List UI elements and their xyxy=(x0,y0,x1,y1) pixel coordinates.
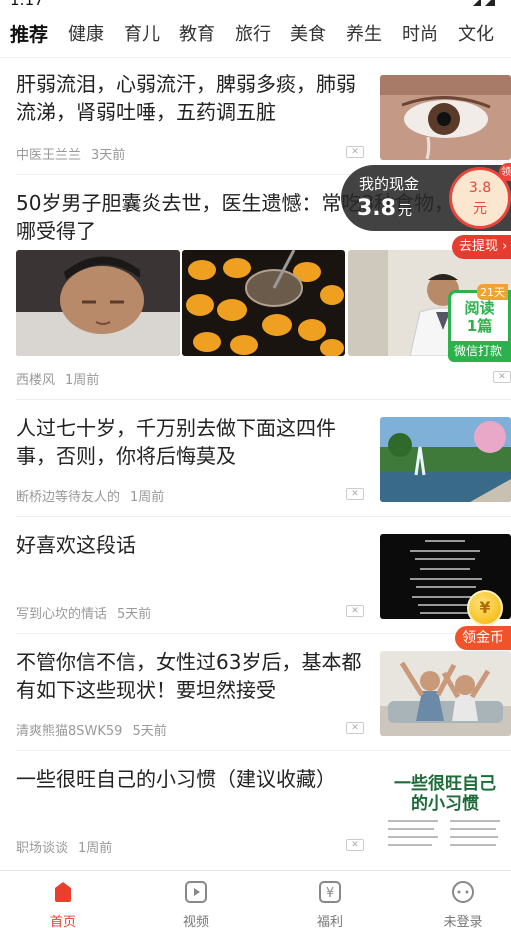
article-meta: 职场谈谈 1周前 xyxy=(16,837,112,856)
dismiss-icon[interactable]: ✕ xyxy=(346,488,364,500)
article-thumbnail: 一些很旺自己的小习惯 xyxy=(380,768,511,853)
tab-health[interactable]: 健康 xyxy=(68,20,104,46)
article-title: 好喜欢这段话 xyxy=(16,533,136,557)
dismiss-icon[interactable]: ✕ xyxy=(346,605,364,617)
article-meta: 西楼风 1周前 xyxy=(16,369,99,388)
welfare-icon: ¥ xyxy=(319,881,341,903)
dismiss-icon[interactable]: ✕ xyxy=(346,146,364,158)
article-time: 1周前 xyxy=(78,841,113,856)
withdraw-button[interactable]: 去提现 › xyxy=(452,235,511,259)
article-time: 5天前 xyxy=(117,607,152,622)
cash-widget[interactable]: 我的现金 3.8 元 3.8 元 领 xyxy=(341,163,511,231)
article-title: 不管你信不信，女性过63岁后，基本都有如下这些现状！要坦然接受 xyxy=(16,650,362,702)
dismiss-icon[interactable]: ✕ xyxy=(346,839,364,851)
video-icon xyxy=(185,881,207,903)
svg-text:¥: ¥ xyxy=(326,886,334,901)
article-item[interactable]: 好喜欢这段话 写到心坎的情话 5天前 ✕ xyxy=(0,517,511,634)
article-time: 3天前 xyxy=(91,148,126,163)
article-item[interactable]: 人过七十岁，千万别去做下面这四件事，否则，你将后悔莫及 断桥边等待友人的 1周前 … xyxy=(0,400,511,517)
nav-home[interactable]: 首页 xyxy=(18,871,108,928)
nav-video[interactable]: 视频 xyxy=(151,871,241,928)
reading-reward-widget[interactable]: 21天 阅读 1篇 微信打款 xyxy=(448,284,511,362)
article-thumbnail xyxy=(380,651,511,736)
tab-culture[interactable]: 文化 xyxy=(458,20,494,46)
article-source: 西楼风 xyxy=(16,373,56,388)
status-time: 1:17 xyxy=(10,0,44,9)
nav-welfare[interactable]: ¥ 福利 xyxy=(285,871,375,928)
article-item[interactable]: 肝弱流泪，心弱流汗，脾弱多痰，肺弱流涕，肾弱吐唾，五药调五脏 中医王兰兰 3天前 … xyxy=(0,58,511,175)
bottom-nav: 首页 视频 ¥ 福利 未登录 xyxy=(0,870,511,928)
article-meta: 清爽熊猫8SWK59 5天前 xyxy=(16,720,167,739)
tab-recommend[interactable]: 推荐 xyxy=(10,20,48,47)
gold-coin-widget[interactable]: ¥ 领金币 xyxy=(455,590,511,650)
article-source: 职场谈谈 xyxy=(16,841,69,856)
streak-badge: 21天 xyxy=(477,284,508,300)
cash-label: 我的现金 xyxy=(359,175,420,193)
claim-tag: 领 xyxy=(499,163,511,181)
article-meta: 断桥边等待友人的 1周前 xyxy=(16,486,164,505)
dismiss-icon[interactable]: ✕ xyxy=(346,722,364,734)
dismiss-icon[interactable]: ✕ xyxy=(493,371,511,383)
article-title: 肝弱流泪，心弱流汗，脾弱多痰，肺弱流涕，肾弱吐唾，五药调五脏 xyxy=(16,72,356,124)
home-icon xyxy=(55,882,71,902)
tab-travel[interactable]: 旅行 xyxy=(235,20,271,46)
signal-icon xyxy=(473,0,495,6)
article-thumbnail xyxy=(380,75,511,160)
cash-amount: 3.8 元 xyxy=(357,196,412,221)
wechat-payout-label: 微信打款 xyxy=(448,341,508,362)
article-title: 人过七十岁，千万别去做下面这四件事，否则，你将后悔莫及 xyxy=(16,416,336,468)
article-item[interactable]: 不管你信不信，女性过63岁后，基本都有如下这些现状！要坦然接受 清爽熊猫8SWK… xyxy=(0,634,511,751)
tab-fashion[interactable]: 时尚 xyxy=(402,20,438,46)
gold-coin-icon: ¥ xyxy=(467,590,503,626)
article-image-1 xyxy=(16,250,180,356)
article-time: 1周前 xyxy=(65,373,100,388)
article-title: 一些很旺自己的小习惯（建议收藏） xyxy=(16,767,336,791)
tab-parenting[interactable]: 育儿 xyxy=(124,20,160,46)
article-thumbnail xyxy=(380,417,511,502)
category-tabs: 推荐 健康 育儿 教育 旅行 美食 养生 时尚 文化 xyxy=(0,10,511,58)
article-meta: 中医王兰兰 3天前 xyxy=(16,144,125,163)
tab-wellness[interactable]: 养生 xyxy=(346,20,382,46)
article-source: 中医王兰兰 xyxy=(16,148,82,163)
tab-food[interactable]: 美食 xyxy=(290,20,326,46)
profile-icon xyxy=(452,881,474,903)
claim-coins-button[interactable]: 领金币 xyxy=(455,626,511,650)
nav-profile[interactable]: 未登录 xyxy=(418,871,508,928)
reading-task: 阅读 1篇 xyxy=(464,299,495,335)
article-time: 1周前 xyxy=(130,490,165,505)
status-bar: 1:17 xyxy=(0,0,511,10)
article-source: 写到心坎的情话 xyxy=(16,607,108,622)
article-source: 清爽熊猫8SWK59 xyxy=(16,724,123,739)
tab-education[interactable]: 教育 xyxy=(179,20,215,46)
article-meta: 写到心坎的情话 5天前 xyxy=(16,603,151,622)
article-time: 5天前 xyxy=(132,724,167,739)
article-source: 断桥边等待友人的 xyxy=(16,490,121,505)
article-image-2 xyxy=(182,250,345,356)
article-item[interactable]: 一些很旺自己的小习惯（建议收藏） 职场谈谈 1周前 ✕ 一些很旺自己的小习惯 xyxy=(0,751,511,868)
